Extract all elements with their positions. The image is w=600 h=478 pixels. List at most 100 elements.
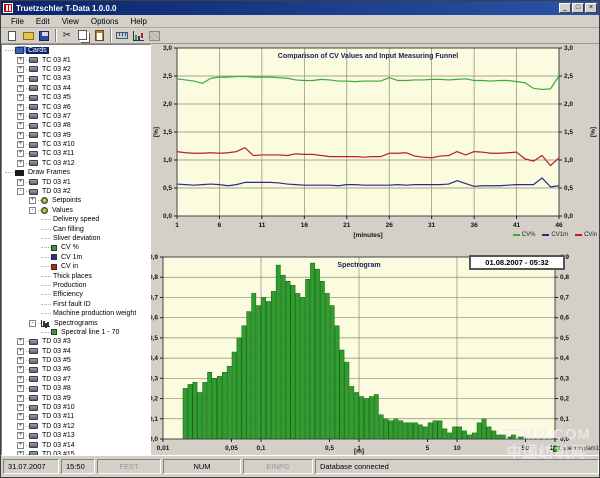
tree-label[interactable]: TD 03 #13 (40, 432, 77, 439)
tree-label[interactable]: Thick places (51, 273, 94, 280)
expand-icon[interactable]: + (17, 432, 24, 439)
tree-row-td-03-5[interactable]: + TD 03 #5 (3, 356, 150, 365)
tree-row-td-03-3[interactable]: +TD 03 #3 (3, 337, 150, 346)
ruler-button[interactable] (115, 29, 129, 42)
close-button[interactable]: × (585, 3, 597, 13)
expand-icon[interactable]: + (17, 366, 24, 373)
tree-label[interactable]: TD 03 #12 (40, 423, 77, 430)
expand-icon[interactable]: + (17, 395, 24, 402)
tree-label[interactable]: TC 03 #11 (40, 150, 76, 157)
menu-item-edit[interactable]: Edit (30, 16, 56, 27)
expand-icon[interactable]: + (29, 197, 36, 204)
expand-icon[interactable]: + (17, 85, 24, 92)
tree-label[interactable]: Efficiency (51, 291, 85, 298)
tree-label[interactable]: TD 03 #2 (40, 188, 73, 195)
tree-row-td-03-13[interactable]: + TD 03 #13 (3, 431, 150, 440)
tree-label[interactable]: Spectral line 1 - 70 (59, 329, 121, 336)
tree-row-tc-03-3[interactable]: +TC 03 #3 (3, 74, 150, 83)
minimize-button[interactable]: _ (559, 3, 571, 13)
tree-row-tc-03-10[interactable]: + TC 03 #10 (3, 140, 150, 149)
tree-label[interactable]: CV 1m (59, 254, 84, 261)
tree-row-tc-03-9[interactable]: +TC 03 #9 (3, 131, 150, 140)
tree-row-tc-03-7[interactable]: +TC 03 #7 (3, 112, 150, 121)
tree-row-machine-production-weight[interactable]: Machine production weight (3, 309, 150, 318)
collapse-icon[interactable]: - (29, 207, 36, 214)
tree-label[interactable]: Production (51, 282, 88, 289)
tree-label[interactable]: Machine production weight (51, 310, 138, 317)
cut-button[interactable]: ✂ (60, 29, 74, 42)
tree-label[interactable]: First fault ID (51, 301, 93, 308)
tree-label[interactable]: TC 03 #2 (40, 66, 73, 73)
tree-label[interactable]: Spectrograms (52, 320, 100, 327)
tree-row-td-03-7[interactable]: + TD 03 #7 (3, 375, 150, 384)
chart-button[interactable] (131, 29, 145, 42)
tree-label[interactable]: Can filling (51, 226, 86, 233)
expand-icon[interactable]: + (17, 423, 24, 430)
tree-label[interactable]: TD 03 #6 (40, 366, 73, 373)
expand-icon[interactable]: + (17, 66, 24, 73)
expand-icon[interactable]: + (17, 338, 24, 345)
tree-row-cv-1m[interactable]: CV 1m (3, 253, 150, 262)
open-button[interactable] (21, 29, 35, 42)
tree-label[interactable]: TD 03 #9 (40, 395, 73, 402)
expand-icon[interactable]: + (17, 442, 24, 449)
tree-row-td-03-12[interactable]: + TD 03 #12 (3, 422, 150, 431)
expand-icon[interactable]: + (17, 122, 24, 129)
tree-label[interactable]: TC 03 #10 (40, 141, 77, 148)
tree-label[interactable]: TD 03 #5 (40, 357, 73, 364)
menu-item-file[interactable]: File (5, 16, 30, 27)
tree-label[interactable]: CV in (59, 263, 80, 270)
tree-row-efficiency[interactable]: Efficiency (3, 290, 150, 299)
menu-item-options[interactable]: Options (85, 16, 125, 27)
chart2-button[interactable] (147, 29, 161, 42)
tree-label[interactable]: TC 03 #7 (40, 113, 73, 120)
tree-label[interactable]: Sliver deviation (51, 235, 102, 242)
tree-row-tc-03-4[interactable]: + TC 03 #4 (3, 84, 150, 93)
tree-label[interactable]: TC 03 #5 (40, 94, 73, 101)
tree-label[interactable]: TC 03 #1 (40, 57, 73, 64)
machine-tree[interactable]: Cards+TC 03 #1+TC 03 #2+TC 03 #3+TC 03 #… (1, 44, 151, 457)
tree-label[interactable]: Values (50, 207, 75, 214)
tree-label[interactable]: Delivery speed (51, 216, 101, 223)
expand-icon[interactable]: + (17, 160, 24, 167)
tree-row-delivery-speed[interactable]: Delivery speed (3, 215, 150, 224)
expand-icon[interactable]: + (17, 179, 24, 186)
tree-row-sliver-deviation[interactable]: Sliver deviation (3, 234, 150, 243)
tree-label[interactable]: TD 03 #7 (40, 376, 73, 383)
tree-row-can-filling[interactable]: Can filling (3, 224, 150, 233)
tree-row-production[interactable]: Production (3, 281, 150, 290)
tree-label[interactable]: TD 03 #10 (40, 404, 77, 411)
tree-label[interactable]: Cards (26, 47, 49, 54)
tree-label[interactable]: TC 03 #4 (40, 85, 73, 92)
tree-row-values[interactable]: - Values (3, 206, 150, 215)
tree-label[interactable]: Setpoints (50, 197, 83, 204)
tree-row-draw-frames[interactable]: Draw Frames (3, 168, 150, 177)
expand-icon[interactable]: + (17, 404, 24, 411)
copy-button[interactable] (76, 29, 90, 42)
tree-row-td-03-11[interactable]: +TD 03 #11 (3, 412, 150, 421)
tree-row-tc-03-5[interactable]: + TC 03 #5 (3, 93, 150, 102)
tree-label[interactable]: TC 03 #12 (40, 160, 77, 167)
expand-icon[interactable]: + (17, 376, 24, 383)
tree-row-cards[interactable]: Cards (3, 46, 150, 55)
tree-label[interactable]: TD 03 #4 (40, 348, 73, 355)
tree-row-td-03-14[interactable]: +TD 03 #14 (3, 440, 150, 449)
tree-row-thick-places[interactable]: Thick places (3, 271, 150, 280)
tree-row-first-fault-id[interactable]: First fault ID (3, 300, 150, 309)
tree-row-tc-03-1[interactable]: + TC 03 #1 (3, 55, 150, 64)
tree-label[interactable]: TD 03 #8 (40, 385, 73, 392)
tree-row-tc-03-11[interactable]: +TC 03 #11 (3, 149, 150, 158)
expand-icon[interactable]: + (17, 94, 24, 101)
paste-button[interactable] (92, 29, 106, 42)
expand-icon[interactable]: + (17, 141, 24, 148)
tree-row-spectral-line-1-70[interactable]: Spectral line 1 - 70 (3, 328, 150, 337)
collapse-icon[interactable]: - (17, 188, 24, 195)
tree-row-td-03-4[interactable]: + TD 03 #4 (3, 347, 150, 356)
expand-icon[interactable]: + (17, 57, 24, 64)
new-button[interactable] (5, 29, 19, 42)
expand-icon[interactable]: + (17, 357, 24, 364)
tree-row-tc-03-6[interactable]: +TC 03 #6 (3, 102, 150, 111)
tree-row-td-03-9[interactable]: + TD 03 #9 (3, 393, 150, 402)
expand-icon[interactable]: + (17, 348, 24, 355)
expand-icon[interactable]: + (17, 385, 24, 392)
